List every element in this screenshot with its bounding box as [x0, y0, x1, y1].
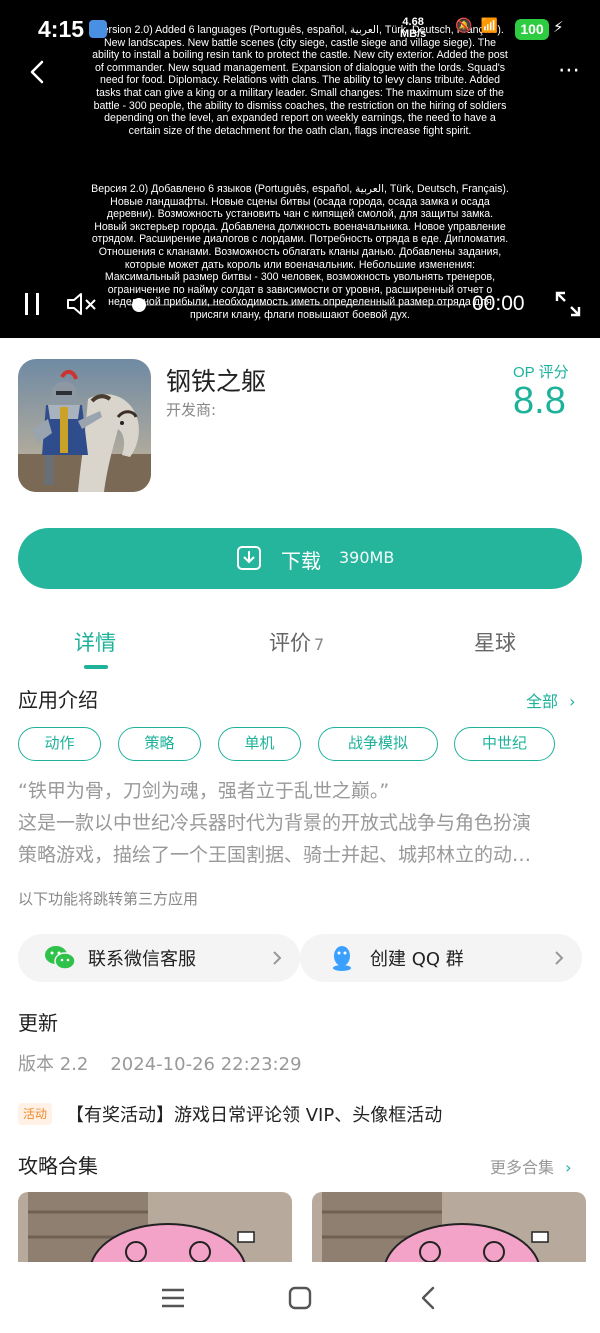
more-options-icon[interactable]: ⋯	[558, 58, 581, 83]
score-label: OP 评分	[513, 364, 569, 381]
system-nav-bar	[0, 1262, 600, 1333]
tab-active-indicator	[84, 665, 108, 669]
wifi-icon: 📶	[480, 18, 499, 34]
guide-thumbnail	[18, 1192, 292, 1272]
score-value: 8.8	[513, 380, 566, 422]
chevron-right-icon: ›	[565, 1158, 572, 1177]
status-icons: 🔕 📶	[455, 18, 498, 34]
wechat-icon	[45, 946, 76, 970]
mute-bell-icon: 🔕	[455, 18, 473, 34]
download-size: 390MB	[339, 548, 395, 567]
update-title: 更新	[18, 1011, 58, 1035]
download-button[interactable]: 下载 390MB	[18, 528, 582, 589]
third-party-note: 以下功能将跳转第三方应用	[18, 890, 199, 908]
tab-reviews[interactable]: 评价 7	[269, 627, 324, 657]
intro-title: 应用介绍	[18, 688, 98, 712]
tab-planet[interactable]: 星球	[474, 627, 516, 657]
chevron-right-icon	[555, 951, 564, 965]
promo-badge: 活动	[18, 1103, 53, 1125]
intro-more-link[interactable]: 全部 ›	[526, 688, 576, 712]
battery-indicator: 100	[515, 19, 549, 40]
wechat-service-button[interactable]: 联系微信客服	[18, 934, 300, 982]
tag-war-simulation[interactable]: 战争模拟	[318, 727, 438, 761]
update-datetime: 2024-10-26 22:23:29	[110, 1054, 302, 1075]
recent-apps-icon[interactable]	[160, 1285, 186, 1311]
tab-details[interactable]: 详情	[74, 627, 116, 657]
app-icon-knight	[18, 359, 151, 492]
download-label: 下载	[281, 549, 321, 573]
guides-more-link[interactable]: 更多合集 ›	[490, 1154, 572, 1178]
update-version: 版本 2.2	[18, 1054, 89, 1075]
chevron-right-icon	[273, 951, 282, 965]
intro-desc-line[interactable]: 策略游戏，描绘了一个王国割据、骑士并起、城邦林立的动…	[18, 839, 586, 871]
video-progress-thumb[interactable]	[132, 298, 146, 312]
back-arrow-icon[interactable]	[26, 58, 50, 86]
chevron-right-icon: ›	[569, 692, 576, 711]
review-count: 7	[314, 635, 325, 654]
fullscreen-icon[interactable]	[554, 290, 582, 318]
intro-desc-line: “铁甲为骨，刀剑为魂，强者立于乱世之巅。”	[18, 780, 390, 802]
mute-icon[interactable]	[66, 291, 98, 317]
tag-single-player[interactable]: 单机	[218, 727, 301, 761]
home-icon[interactable]	[287, 1285, 313, 1311]
download-icon	[237, 546, 261, 570]
video-player[interactable]: Version 2.0) Added 6 languages (Portuguê…	[0, 0, 600, 338]
developer-label: 开发商:	[166, 401, 217, 419]
notification-app-icon	[89, 20, 107, 38]
charging-icon: ⚡	[553, 18, 564, 36]
video-time: 00:00	[472, 292, 525, 315]
tag-medieval[interactable]: 中世纪	[454, 727, 555, 761]
app-title: 钢铁之躯	[166, 367, 267, 396]
create-qq-group-label: 创建 QQ 群	[370, 949, 464, 970]
network-speed: 4.68 MB/s	[400, 16, 427, 40]
promo-link[interactable]: 【有奖活动】游戏日常评论领 VIP、头像框活动	[66, 1101, 442, 1127]
guide-thumbnail	[312, 1192, 586, 1272]
video-subtitle-ru: Версия 2.0) Добавлено 6 языков (Portuguê…	[91, 183, 509, 321]
intro-desc-line: 这是一款以中世纪冷兵器时代为背景的开放式战争与角色扮演	[18, 812, 532, 834]
guides-title: 攻略合集	[18, 1154, 98, 1178]
tag-strategy[interactable]: 策略	[118, 727, 201, 761]
create-qq-group-button[interactable]: 创建 QQ 群	[300, 934, 582, 982]
video-progress-bar[interactable]	[128, 298, 468, 312]
guide-card[interactable]	[18, 1192, 292, 1272]
guide-card[interactable]	[312, 1192, 586, 1272]
qq-icon	[333, 946, 351, 971]
wechat-service-label: 联系微信客服	[88, 949, 196, 970]
status-time: 4:15	[38, 16, 85, 42]
status-bar: 4:15 4.68 MB/s 🔕 📶 100 ⚡	[0, 0, 600, 60]
update-meta: 版本 2.2 2024-10-26 22:23:29	[18, 1050, 302, 1076]
tag-action[interactable]: 动作	[18, 727, 101, 761]
pause-icon[interactable]	[22, 293, 42, 315]
back-icon[interactable]	[416, 1285, 442, 1311]
